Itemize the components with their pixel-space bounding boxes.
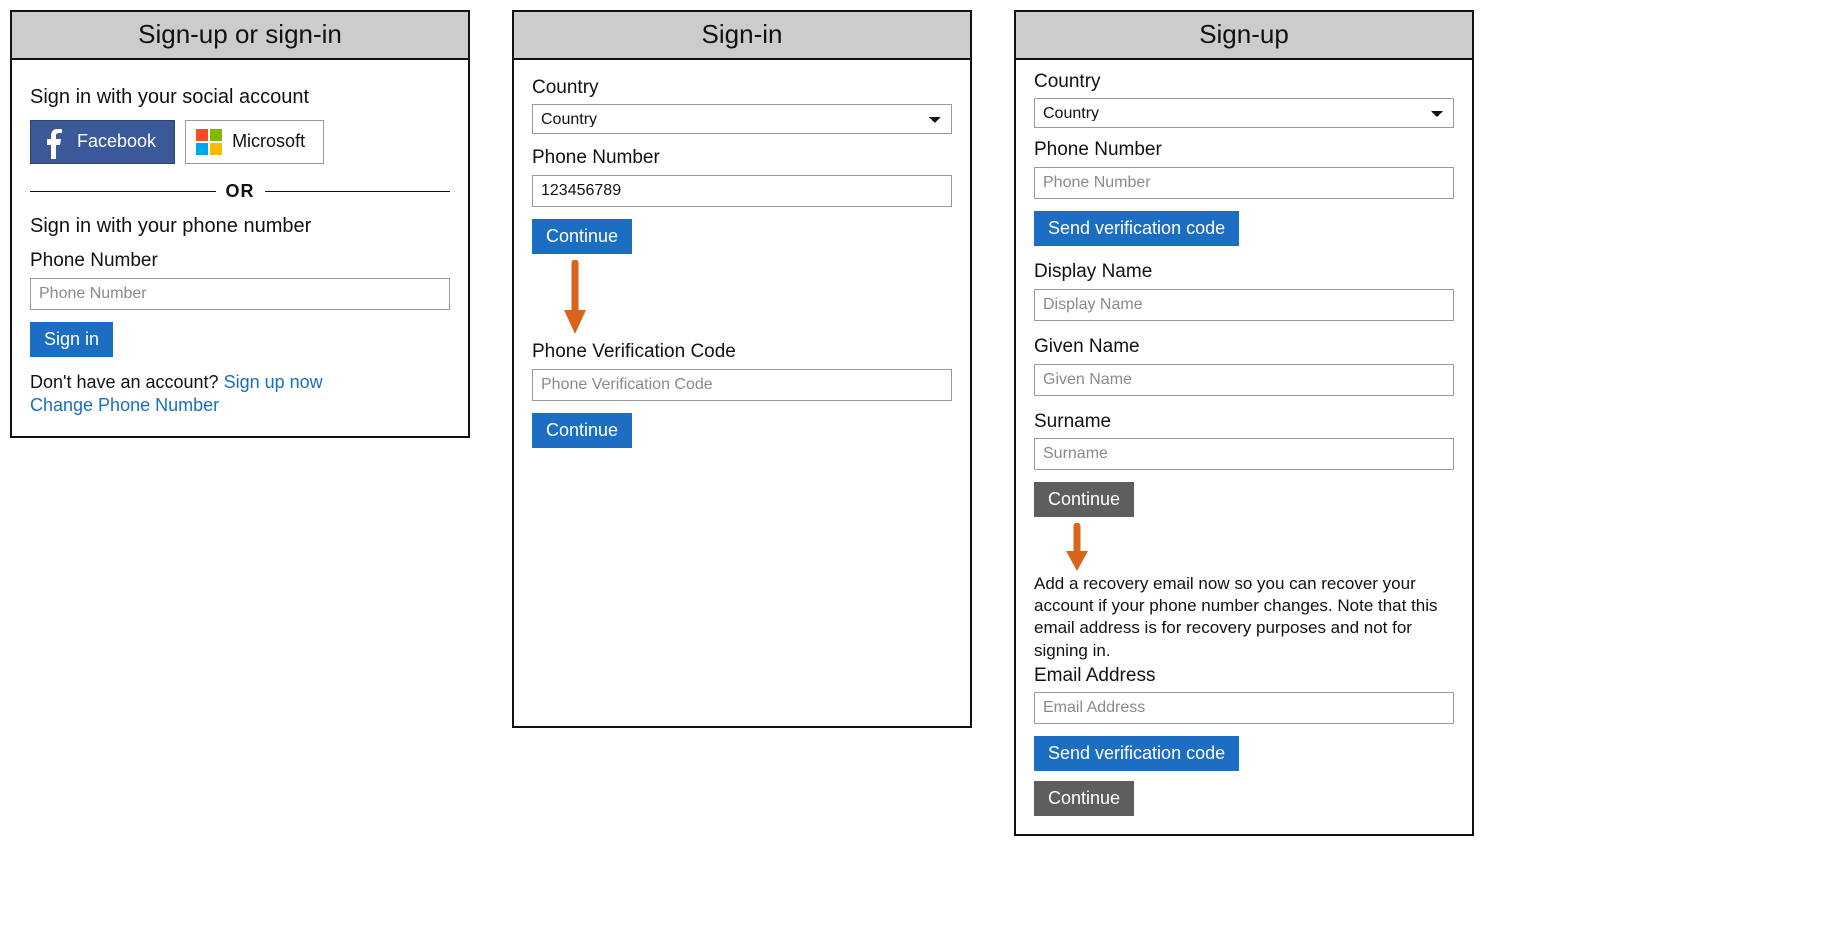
change-phone-number-link[interactable]: Change Phone Number: [30, 395, 219, 415]
phone-number-input[interactable]: [1034, 167, 1454, 199]
country-select[interactable]: Country: [1034, 98, 1454, 128]
continue-button[interactable]: Continue: [532, 219, 632, 254]
microsoft-icon: [196, 129, 222, 155]
surname-input[interactable]: [1034, 438, 1454, 470]
send-verification-code-button-2[interactable]: Send verification code: [1034, 736, 1239, 771]
or-label: OR: [226, 180, 255, 203]
sign-in-button[interactable]: Sign in: [30, 322, 113, 357]
facebook-label: Facebook: [77, 130, 156, 153]
country-label: Country: [1034, 70, 1454, 95]
recovery-email-note: Add a recovery email now so you can reco…: [1034, 573, 1454, 661]
arrow-down-icon: [1066, 523, 1088, 571]
panel-title: Sign-in: [514, 12, 970, 60]
email-address-input[interactable]: [1034, 692, 1454, 724]
continue-button[interactable]: Continue: [1034, 482, 1134, 517]
phone-number-label: Phone Number: [532, 146, 952, 171]
continue-button-2[interactable]: Continue: [1034, 781, 1134, 816]
no-account-text: Don't have an account?: [30, 372, 224, 392]
or-separator: OR: [30, 180, 450, 203]
phone-signin-heading: Sign in with your phone number: [30, 213, 450, 239]
social-signin-heading: Sign in with your social account: [30, 84, 450, 110]
panel-title: Sign-up or sign-in: [12, 12, 468, 60]
signup-prompt: Don't have an account? Sign up now Chang…: [30, 371, 450, 418]
given-name-label: Given Name: [1034, 335, 1454, 360]
sign-up-now-link[interactable]: Sign up now: [224, 372, 323, 392]
phone-number-label: Phone Number: [30, 249, 450, 274]
panel-signup: Sign-up Country Country Phone Number Sen…: [1014, 10, 1474, 836]
phone-number-input[interactable]: [30, 278, 450, 310]
facebook-icon: [41, 125, 67, 159]
send-verification-code-button[interactable]: Send verification code: [1034, 211, 1239, 246]
facebook-signin-button[interactable]: Facebook: [30, 120, 175, 164]
email-address-label: Email Address: [1034, 664, 1454, 689]
panel-title: Sign-up: [1016, 12, 1472, 60]
arrow-down-icon: [564, 260, 586, 334]
display-name-input[interactable]: [1034, 289, 1454, 321]
continue-button-2[interactable]: Continue: [532, 413, 632, 448]
phone-number-input[interactable]: [532, 175, 952, 207]
verification-code-input[interactable]: [532, 369, 952, 401]
phone-number-label: Phone Number: [1034, 138, 1454, 163]
verification-code-label: Phone Verification Code: [532, 340, 952, 365]
country-select[interactable]: Country: [532, 104, 952, 134]
given-name-input[interactable]: [1034, 364, 1454, 396]
surname-label: Surname: [1034, 410, 1454, 435]
panel-signin: Sign-in Country Country Phone Number Con…: [512, 10, 972, 728]
country-label: Country: [532, 76, 952, 101]
display-name-label: Display Name: [1034, 260, 1454, 285]
microsoft-signin-button[interactable]: Microsoft: [185, 120, 324, 164]
microsoft-label: Microsoft: [232, 130, 305, 153]
panel-signup-or-signin: Sign-up or sign-in Sign in with your soc…: [10, 10, 470, 438]
